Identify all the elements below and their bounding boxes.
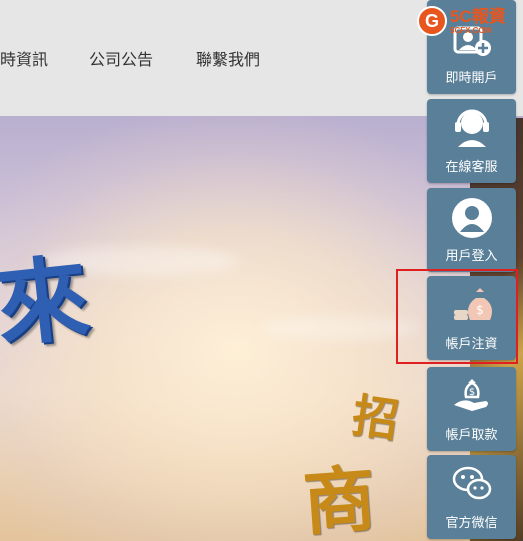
withdraw-hand-icon: $ bbox=[453, 379, 488, 411]
wechat-icon bbox=[452, 466, 491, 500]
headset-icon bbox=[454, 109, 489, 147]
logo-text: 5C報資 bbox=[450, 6, 506, 26]
sidebar-item-user-login[interactable]: 用戶登入 bbox=[427, 188, 516, 272]
hero-calligraphy-char: 來 bbox=[0, 243, 91, 361]
sidebar-item-online-service[interactable]: 在線客服 bbox=[427, 99, 516, 183]
sidebar-item-label: 官方微信 bbox=[445, 515, 498, 530]
sidebar-item-label: 用戶登入 bbox=[445, 248, 498, 263]
hero-calligraphy-shang: 商 bbox=[300, 455, 379, 541]
nav-item-contact[interactable]: 聯繫我們 bbox=[196, 46, 260, 70]
svg-text:$: $ bbox=[468, 387, 474, 398]
deposit-highlight-box bbox=[396, 269, 518, 364]
user-icon bbox=[451, 198, 492, 238]
logo-subtext: 5CFX.COM bbox=[450, 25, 492, 35]
logo-mark: G bbox=[417, 6, 447, 36]
sidebar-item-label: 帳戶取款 bbox=[445, 427, 498, 442]
site-logo[interactable]: G 5C報資 5CFX.COM bbox=[417, 4, 506, 38]
sidebar-item-label: 即時開戶 bbox=[445, 70, 498, 85]
sidebar-item-label: 在線客服 bbox=[445, 159, 498, 174]
sidebar-item-account-withdraw[interactable]: $ 帳戶取款 bbox=[427, 367, 516, 451]
sidebar-item-wechat[interactable]: 官方微信 bbox=[427, 455, 516, 539]
nav-item-info[interactable]: 時資訊 bbox=[0, 46, 48, 70]
nav-item-announcements[interactable]: 公司公告 bbox=[89, 46, 153, 70]
